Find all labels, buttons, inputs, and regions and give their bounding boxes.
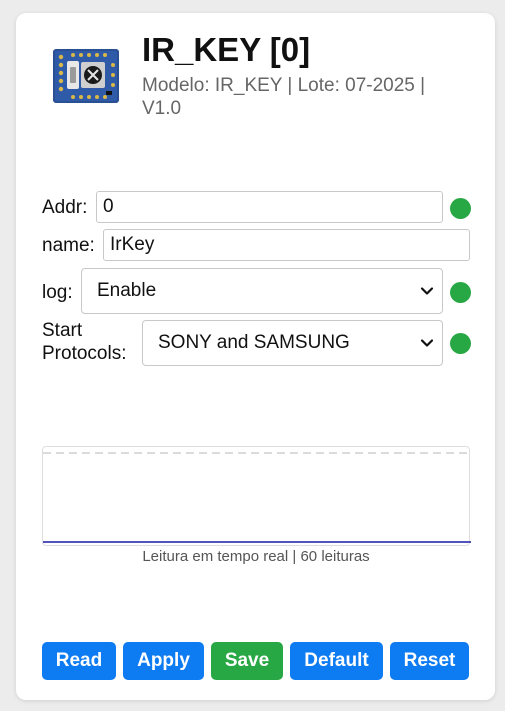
start-protocols-status-indicator <box>450 333 471 354</box>
start-protocols-label-line1: Start <box>42 320 83 341</box>
addr-input[interactable] <box>96 191 443 223</box>
addr-label: Addr: <box>42 197 88 218</box>
start-protocols-label-line2: Protocols: <box>42 343 127 364</box>
name-label: name: <box>42 235 95 256</box>
addr-status-indicator <box>450 198 471 219</box>
reset-button[interactable]: Reset <box>390 642 469 680</box>
start-protocols-select-value: SONY and SAMSUNG <box>158 332 350 353</box>
start-protocols-select[interactable]: SONY and SAMSUNG <box>142 320 443 366</box>
read-button[interactable]: Read <box>42 642 116 680</box>
name-input[interactable] <box>103 229 470 261</box>
default-button[interactable]: Default <box>290 642 383 680</box>
ir-key-module-image <box>53 49 119 103</box>
log-status-indicator <box>450 282 471 303</box>
log-select[interactable]: Enable <box>81 268 443 314</box>
page-title: IR_KEY [0] <box>142 31 311 68</box>
realtime-chart <box>42 446 471 546</box>
log-label: log: <box>42 282 73 303</box>
realtime-chart-plot <box>43 452 471 543</box>
log-select-value: Enable <box>97 280 157 301</box>
apply-button[interactable]: Apply <box>123 642 204 680</box>
chevron-down-icon <box>420 287 434 295</box>
save-button[interactable]: Save <box>211 642 283 680</box>
device-subtitle: Modelo: IR_KEY | Lote: 07-2025 | V1.0 <box>142 75 426 119</box>
chart-caption: Leitura em tempo real | 60 leituras <box>142 548 370 565</box>
chevron-down-icon <box>420 339 434 347</box>
